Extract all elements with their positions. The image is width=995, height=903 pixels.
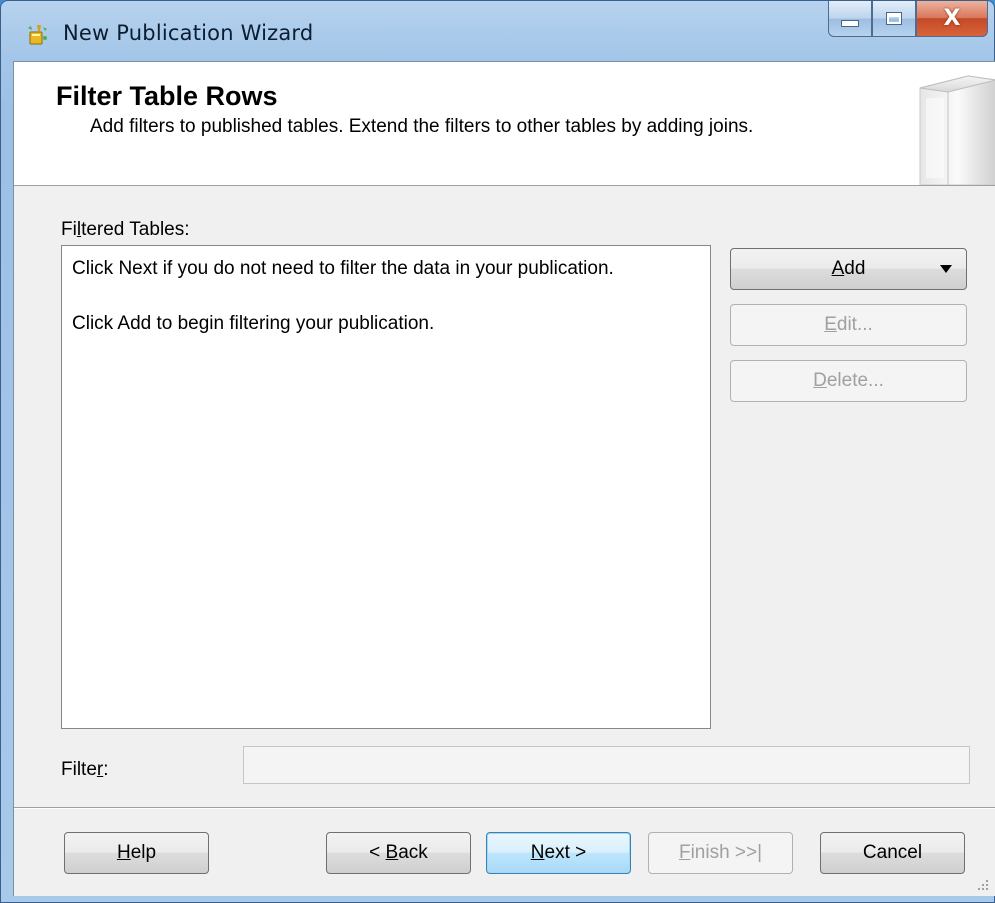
- list-item: Click Next if you do not need to filter …: [72, 258, 614, 279]
- edit-button-label: Edit...: [824, 314, 873, 335]
- finish-button-label: Finish >>|: [678, 842, 763, 863]
- filtered-tables-list[interactable]: Click Next if you do not need to filter …: [61, 245, 711, 729]
- page-title: Filter Table Rows: [56, 81, 278, 111]
- minimize-icon: [841, 20, 859, 27]
- delete-button-label: Delete...: [813, 370, 884, 391]
- maximize-icon: [886, 12, 902, 25]
- help-button-label: Help: [116, 842, 157, 863]
- back-button-label: < Back: [369, 842, 428, 863]
- list-item: Click Add to begin filtering your public…: [72, 313, 435, 334]
- dropdown-arrow-icon: [940, 265, 952, 273]
- filtered-tables-label: Filtered Tables:: [61, 219, 190, 240]
- next-button[interactable]: Next >: [486, 832, 631, 874]
- title-bar[interactable]: New Publication Wizard X: [1, 1, 995, 61]
- cancel-button[interactable]: Cancel: [820, 832, 965, 874]
- close-button[interactable]: X: [916, 1, 988, 37]
- cancel-button-label: Cancel: [862, 842, 923, 863]
- wizard-banner-icon: [912, 74, 995, 186]
- add-button-label: Add: [831, 258, 866, 279]
- help-button[interactable]: Help: [64, 832, 209, 874]
- resize-grip-icon[interactable]: [976, 878, 990, 892]
- close-icon: X: [943, 6, 961, 31]
- delete-button[interactable]: Delete...: [730, 360, 967, 402]
- next-button-label: Next >: [530, 842, 587, 863]
- page-description: Add filters to published tables. Extend …: [90, 116, 754, 137]
- publication-wizard-icon: [27, 23, 49, 47]
- window-controls: X: [828, 1, 988, 39]
- edit-button[interactable]: Edit...: [730, 304, 967, 346]
- window-title: New Publication Wizard: [63, 21, 314, 45]
- wizard-header: Filter Table Rows Add filters to publish…: [14, 62, 995, 186]
- filter-label: Filter:: [61, 759, 109, 780]
- back-button[interactable]: < Back: [326, 832, 471, 874]
- wizard-window: New Publication Wizard X Filter Table Ro…: [0, 0, 995, 903]
- filter-field[interactable]: [243, 746, 970, 784]
- wizard-client-area: Filter Table Rows Add filters to publish…: [13, 61, 995, 896]
- add-button[interactable]: Add: [730, 248, 967, 290]
- footer-divider: [14, 807, 995, 809]
- maximize-button[interactable]: [872, 1, 916, 37]
- minimize-button[interactable]: [828, 1, 872, 37]
- finish-button[interactable]: Finish >>|: [648, 832, 793, 874]
